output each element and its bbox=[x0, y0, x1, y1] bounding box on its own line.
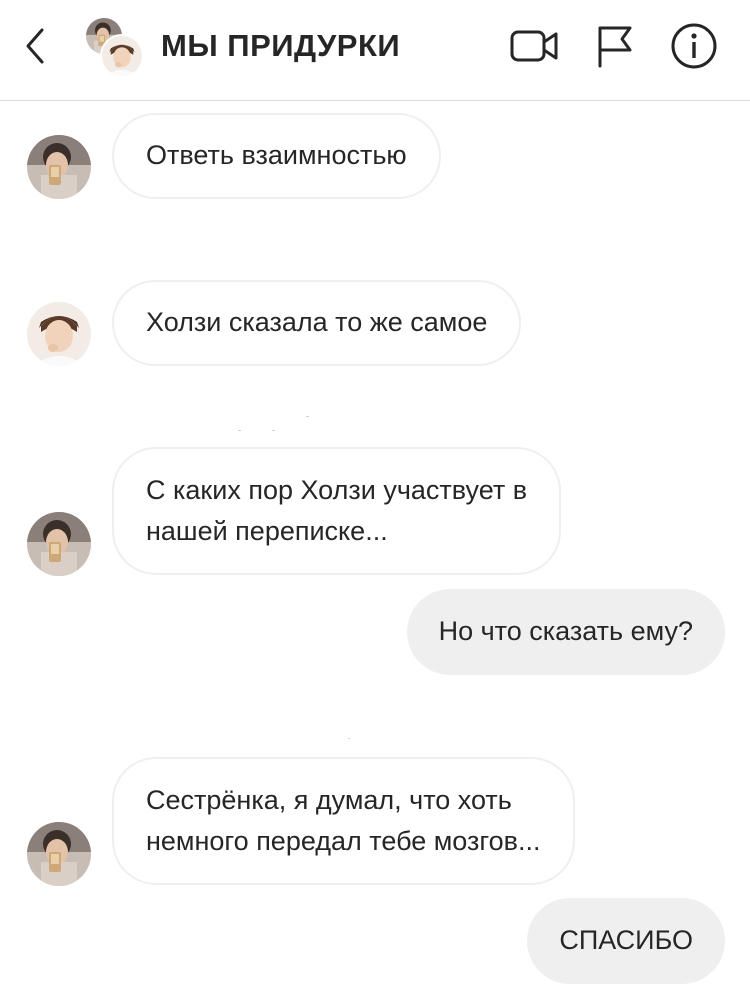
divider-speck bbox=[306, 416, 309, 417]
message-text: Ответь взаимностью bbox=[146, 140, 407, 170]
sender-avatar[interactable] bbox=[27, 512, 91, 576]
video-call-icon[interactable] bbox=[508, 22, 560, 70]
message-text: Но что сказать ему? bbox=[438, 616, 693, 646]
sender-avatar[interactable] bbox=[27, 135, 91, 199]
message-bubble-outgoing[interactable]: Но что сказать ему? bbox=[406, 589, 725, 675]
message-text-line-2: немного передал тебе мозгов... bbox=[146, 826, 541, 856]
message-bubble-outgoing[interactable]: СПАСИБО bbox=[527, 898, 725, 984]
message-text-line-2: нашей переписке... bbox=[146, 516, 388, 546]
message-bubble-incoming[interactable]: С каких пор Холзи участвует в нашей пере… bbox=[112, 447, 562, 575]
message-text-line-1: Сестрёнка, я думал, что хоть bbox=[146, 785, 512, 815]
back-chevron-icon[interactable] bbox=[20, 26, 52, 66]
info-icon[interactable] bbox=[668, 22, 720, 70]
message-text: СПАСИБО bbox=[559, 925, 693, 955]
divider-speck bbox=[348, 738, 350, 739]
message-bubble-incoming[interactable]: Сестрёнка, я думал, что хоть немного пер… bbox=[112, 757, 575, 885]
chat-title[interactable]: МЫ ПРИДУРКИ bbox=[161, 28, 400, 64]
sender-avatar[interactable] bbox=[27, 822, 91, 886]
message-text: Холзи сказала то же самое bbox=[146, 307, 488, 337]
divider-speck bbox=[238, 430, 241, 431]
group-avatar-member-2 bbox=[100, 34, 144, 78]
divider-speck bbox=[272, 430, 275, 431]
group-avatar[interactable] bbox=[84, 16, 144, 78]
chat-header: МЫ ПРИДУРКИ bbox=[0, 0, 750, 101]
flag-icon[interactable] bbox=[592, 22, 644, 70]
message-bubble-incoming[interactable]: Холзи сказала то же самое bbox=[112, 280, 522, 366]
message-text-line-1: С каких пор Холзи участвует в bbox=[146, 475, 528, 505]
message-bubble-incoming[interactable]: Ответь взаимностью bbox=[112, 113, 441, 199]
sender-avatar[interactable] bbox=[27, 302, 91, 366]
